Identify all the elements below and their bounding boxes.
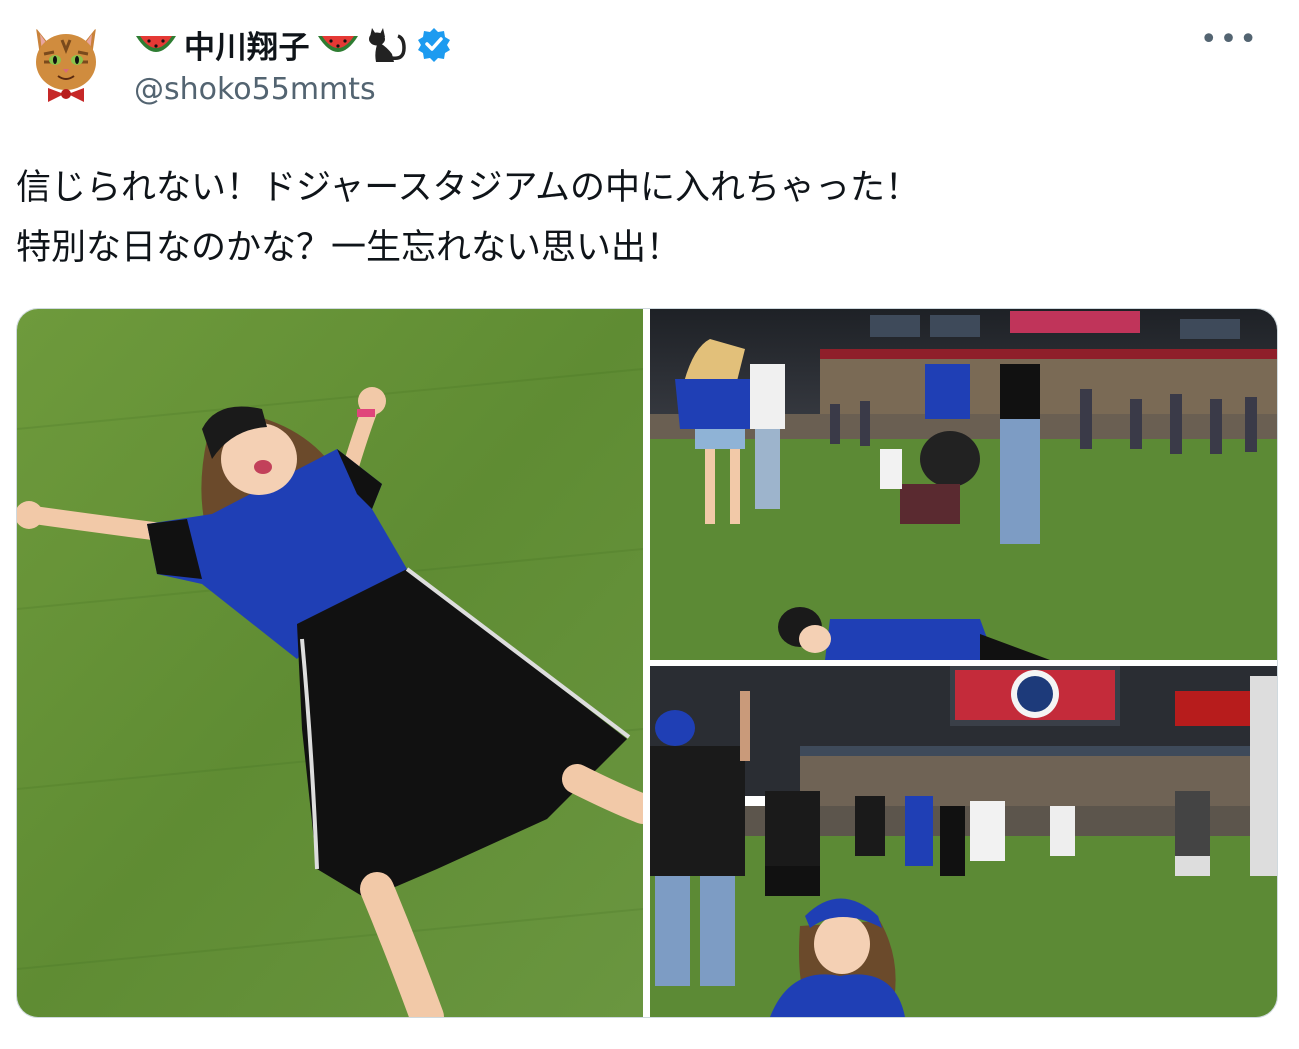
tweet-text-line-1: 信じられない！ドジャースタジアムの中に入れちゃった！ [16, 168, 921, 208]
author-name-row[interactable]: 中川翔子 [134, 20, 452, 68]
watermelon-icon [318, 36, 358, 52]
more-options-button[interactable]: ••• [1200, 22, 1259, 57]
display-name: 中川翔子 [184, 29, 310, 66]
tweet-text-line-2: 特別な日なのかな？一生忘れない思い出！ [16, 228, 682, 268]
black-cat-icon [369, 28, 406, 62]
photo-crowd-on-field[interactable] [650, 309, 1277, 660]
tweet-text: 信じられない！ドジャースタジアムの中に入れちゃった！ 特別な日なのかな？一生忘れ… [16, 158, 920, 278]
verified-badge-icon [418, 28, 450, 62]
avatar[interactable] [22, 18, 110, 106]
photo-selfie-with-crowd[interactable] [650, 666, 1277, 1017]
author-handle[interactable]: @shoko55mmts [134, 72, 376, 107]
watermelon-icon [136, 36, 176, 52]
cat-avatar-icon [22, 18, 110, 106]
media-grid [16, 308, 1278, 1018]
photo-woman-lying-on-grass[interactable] [17, 309, 643, 1017]
